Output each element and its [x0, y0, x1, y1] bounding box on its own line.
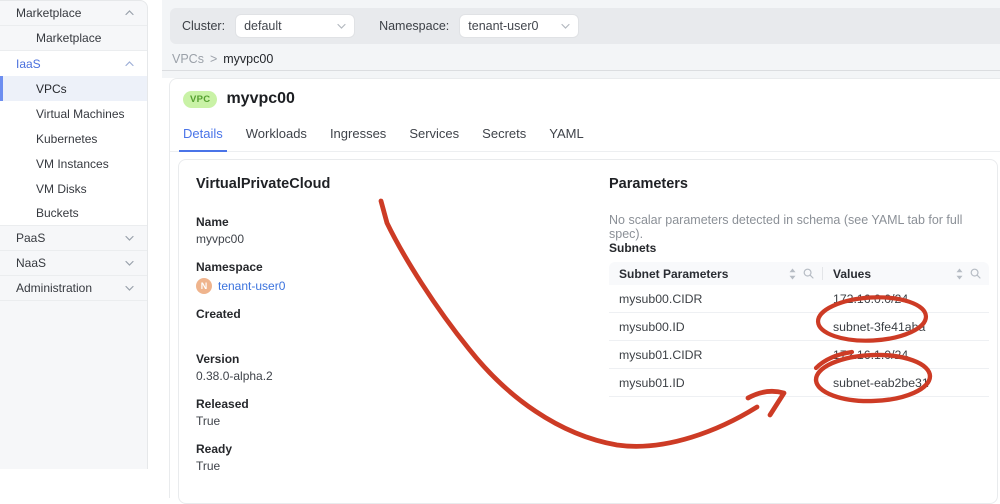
- resource-summary: VirtualPrivateCloud Name myvpc00 Namespa…: [196, 160, 591, 474]
- subnets-table: Subnet Parameters Values mysub00.CIDR 17…: [609, 262, 989, 397]
- chevron-down-icon: [561, 23, 570, 29]
- sidebar-group-marketplace[interactable]: Marketplace: [0, 1, 147, 26]
- vpc-kind-badge: VPC: [183, 90, 218, 108]
- cluster-namespace-bar: Cluster: default Namespace: tenant-user0: [170, 8, 1000, 44]
- resource-kind-heading: VirtualPrivateCloud: [196, 176, 331, 192]
- namespace-select-value: tenant-user0: [468, 19, 539, 33]
- table-row: mysub01.CIDR 172.16.1.0/24: [609, 341, 989, 369]
- sidebar-item-kubernetes[interactable]: Kubernetes: [0, 126, 147, 151]
- tab-secrets[interactable]: Secrets: [478, 126, 530, 151]
- search-icon[interactable]: [803, 268, 814, 279]
- subnet-param-cell: mysub00.CIDR: [619, 291, 703, 306]
- chevron-down-icon: [125, 235, 134, 241]
- field-namespace: Namespace N tenant-user0: [196, 260, 286, 294]
- sidebar-group-label: IaaS: [16, 56, 41, 71]
- subnet-value-cell: subnet-eab2be31: [833, 375, 929, 390]
- tab-ingresses[interactable]: Ingresses: [326, 126, 390, 151]
- tab-services[interactable]: Services: [405, 126, 463, 151]
- cluster-select-value: default: [244, 19, 282, 33]
- field-ready: Ready True: [196, 442, 233, 473]
- page-header: VPC myvpc00: [183, 90, 1000, 108]
- sidebar-group-label: Marketplace: [16, 6, 82, 20]
- sidebar-group-naas[interactable]: NaaS: [0, 251, 147, 276]
- parameters-note: No scalar parameters detected in schema …: [609, 213, 963, 241]
- subnet-param-cell: mysub01.ID: [619, 375, 685, 390]
- field-name: Name myvpc00: [196, 215, 245, 246]
- subnet-param-cell: mysub00.ID: [619, 319, 685, 334]
- namespace-link[interactable]: tenant-user0: [218, 279, 285, 293]
- subnet-param-cell: mysub01.CIDR: [619, 347, 703, 362]
- cluster-label: Cluster:: [182, 19, 226, 33]
- subnets-label: Subnets: [609, 241, 657, 255]
- chevron-down-icon: [125, 260, 134, 266]
- namespace-avatar: N: [196, 278, 212, 294]
- sidebar: Marketplace Marketplace IaaS VPCs Virtua…: [0, 0, 148, 469]
- namespace-label: Namespace:: [379, 19, 450, 33]
- chevron-up-icon: [125, 10, 134, 16]
- tab-bar: Details Workloads Ingresses Services Sec…: [170, 126, 1000, 152]
- subnets-table-header: Subnet Parameters Values: [609, 262, 989, 285]
- cluster-select[interactable]: default: [235, 14, 356, 38]
- content-card: VPC myvpc00 Details Workloads Ingresses …: [169, 78, 1000, 504]
- field-version: Version 0.38.0-alpha.2: [196, 352, 273, 383]
- tab-yaml[interactable]: YAML: [545, 126, 587, 151]
- page-title: myvpc00: [226, 90, 295, 107]
- parameters-section: Parameters No scalar parameters detected…: [609, 160, 989, 397]
- sidebar-item-virtual-machines[interactable]: Virtual Machines: [0, 101, 147, 126]
- sidebar-item-vm-instances[interactable]: VM Instances: [0, 151, 147, 176]
- breadcrumb: VPCs > myvpc00: [172, 52, 273, 66]
- subnet-value-cell: subnet-3fe41aba: [833, 319, 926, 334]
- sidebar-item-vpcs[interactable]: VPCs: [0, 76, 147, 101]
- sidebar-item-vm-disks[interactable]: VM Disks: [0, 176, 147, 201]
- sort-icon[interactable]: [788, 268, 797, 280]
- subnet-value-cell: 172.16.0.0/24: [833, 291, 909, 306]
- chevron-up-icon: [125, 60, 134, 66]
- sidebar-group-paas[interactable]: PaaS: [0, 226, 147, 251]
- header-divider: [162, 70, 1000, 71]
- search-icon[interactable]: [970, 268, 981, 279]
- sidebar-group-iaas[interactable]: IaaS: [0, 51, 147, 76]
- parameters-heading: Parameters: [609, 176, 688, 192]
- breadcrumb-vpcs-link[interactable]: VPCs: [172, 52, 204, 66]
- table-row: mysub00.CIDR 172.16.0.0/24: [609, 285, 989, 313]
- field-created: Created: [196, 307, 241, 321]
- sidebar-section-iaas: IaaS VPCs Virtual Machines Kubernetes VM…: [0, 51, 147, 226]
- sort-icon[interactable]: [955, 268, 964, 280]
- breadcrumb-current: myvpc00: [223, 52, 274, 66]
- table-row: mysub00.ID subnet-3fe41aba: [609, 313, 989, 341]
- table-row: mysub01.ID subnet-eab2be31: [609, 369, 989, 397]
- sidebar-item-marketplace[interactable]: Marketplace: [0, 26, 147, 51]
- chevron-down-icon: [125, 285, 134, 291]
- column-header-values[interactable]: Values: [823, 262, 989, 285]
- top-strip: Cluster: default Namespace: tenant-user0…: [162, 0, 1000, 78]
- chevron-down-icon: [337, 23, 346, 29]
- namespace-select[interactable]: tenant-user0: [459, 14, 580, 38]
- sidebar-group-administration[interactable]: Administration: [0, 276, 147, 301]
- subnet-value-cell: 172.16.1.0/24: [833, 347, 909, 362]
- tab-details[interactable]: Details: [179, 126, 227, 152]
- breadcrumb-separator: >: [209, 52, 218, 66]
- field-released: Released True: [196, 397, 249, 428]
- sidebar-item-buckets[interactable]: Buckets: [0, 201, 147, 226]
- column-header-subnet-parameters[interactable]: Subnet Parameters: [609, 262, 822, 285]
- details-panel: VirtualPrivateCloud Name myvpc00 Namespa…: [178, 159, 998, 504]
- tab-workloads[interactable]: Workloads: [242, 126, 311, 151]
